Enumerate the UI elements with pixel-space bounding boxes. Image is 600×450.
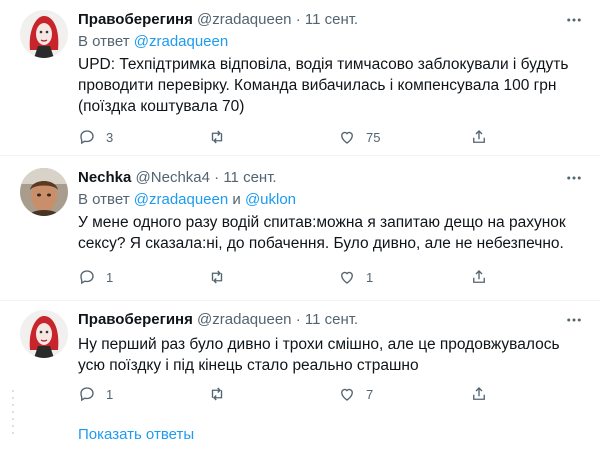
like-count: 7 [366, 386, 374, 402]
tweet-header: Правоберегиня @zradaqueen · 11 сент. [78, 310, 358, 330]
reply-button[interactable]: 1 [78, 385, 113, 403]
tweet-3[interactable]: Правоберегиня @zradaqueen · 11 сент. Ну … [0, 301, 600, 411]
retweet-button[interactable] [208, 385, 236, 403]
tweet-actions: 1 1 [78, 268, 558, 288]
tweet-text: UPD: Техпідтримка відповіла, водія тимча… [78, 56, 569, 115]
reply-count: 3 [106, 129, 114, 145]
thread-continuation-dots [10, 390, 16, 439]
tweet-header: Правоберегиня @zradaqueen · 11 сент. [78, 10, 358, 30]
replying-prefix: В ответ [78, 33, 134, 50]
retweet-icon [211, 270, 223, 284]
reply-icon [80, 270, 94, 285]
like-button[interactable]: 1 [338, 268, 373, 286]
reply-count: 1 [106, 386, 114, 402]
replying-to: В ответ @zradaqueen и @uklon [78, 190, 296, 210]
avatar[interactable] [20, 168, 68, 216]
like-icon [341, 131, 353, 144]
share-icon [473, 130, 485, 143]
retweet-icon [211, 387, 223, 401]
like-icon [341, 271, 353, 284]
author-name[interactable]: Правоберегиня [78, 311, 193, 328]
like-icon [341, 388, 353, 401]
reply-button[interactable]: 1 [78, 268, 113, 286]
replying-handle[interactable]: @zradaqueen [134, 191, 228, 208]
reply-count: 1 [106, 269, 114, 285]
separator-dot: · [295, 311, 301, 328]
tweet-text: У мене одного разу водій спитав:можна я … [78, 214, 566, 252]
avatar[interactable] [20, 10, 68, 58]
tweet-text: Ну перший раз було дивно і трохи смішно,… [78, 336, 560, 374]
retweet-button[interactable] [208, 268, 236, 286]
replying-to: В ответ @zradaqueen [78, 32, 228, 52]
share-icon [473, 387, 485, 400]
replying-handle[interactable]: @zradaqueen [134, 33, 228, 50]
reply-icon [80, 387, 94, 402]
author-handle[interactable]: @zradaqueen [197, 311, 291, 328]
tweet-header: Nechka @Nechka4 · 11 сент. [78, 168, 277, 188]
share-icon [473, 270, 485, 283]
timestamp[interactable]: 11 сент. [305, 311, 358, 328]
tweet-actions: 3 75 [78, 128, 558, 148]
author-handle[interactable]: @Nechka4 [136, 169, 210, 186]
separator-dot: · [214, 169, 220, 186]
author-name[interactable]: Nechka [78, 169, 131, 186]
tweet-actions: 1 7 [78, 385, 558, 405]
retweet-icon [211, 130, 223, 144]
like-button[interactable]: 7 [338, 385, 373, 403]
more-icon[interactable] [564, 10, 584, 30]
share-button[interactable] [470, 385, 488, 403]
replying-handle-2[interactable]: @uklon [245, 191, 296, 208]
tweet-1[interactable]: Правоберегиня @zradaqueen · 11 сент. В о… [0, 0, 600, 154]
author-name[interactable]: Правоберегиня [78, 11, 193, 28]
like-count: 75 [366, 129, 381, 145]
reply-button[interactable]: 3 [78, 128, 113, 146]
timestamp[interactable]: 11 сент. [305, 11, 358, 28]
avatar[interactable] [20, 310, 68, 358]
author-handle[interactable]: @zradaqueen [197, 11, 291, 28]
more-icon[interactable] [564, 168, 584, 188]
timestamp[interactable]: 11 сент. [223, 169, 276, 186]
retweet-button[interactable] [208, 128, 236, 146]
reply-icon [80, 130, 94, 145]
show-replies-link[interactable]: Показать ответы [78, 426, 194, 443]
replying-and: и [228, 191, 245, 208]
share-button[interactable] [470, 128, 488, 146]
separator-dot: · [295, 11, 301, 28]
share-button[interactable] [470, 268, 488, 286]
tweet-2[interactable]: Nechka @Nechka4 · 11 сент. В ответ @zrad… [0, 156, 600, 300]
like-button[interactable]: 75 [338, 128, 380, 146]
replying-prefix: В ответ [78, 191, 134, 208]
more-icon[interactable] [564, 310, 584, 330]
like-count: 1 [366, 269, 374, 285]
